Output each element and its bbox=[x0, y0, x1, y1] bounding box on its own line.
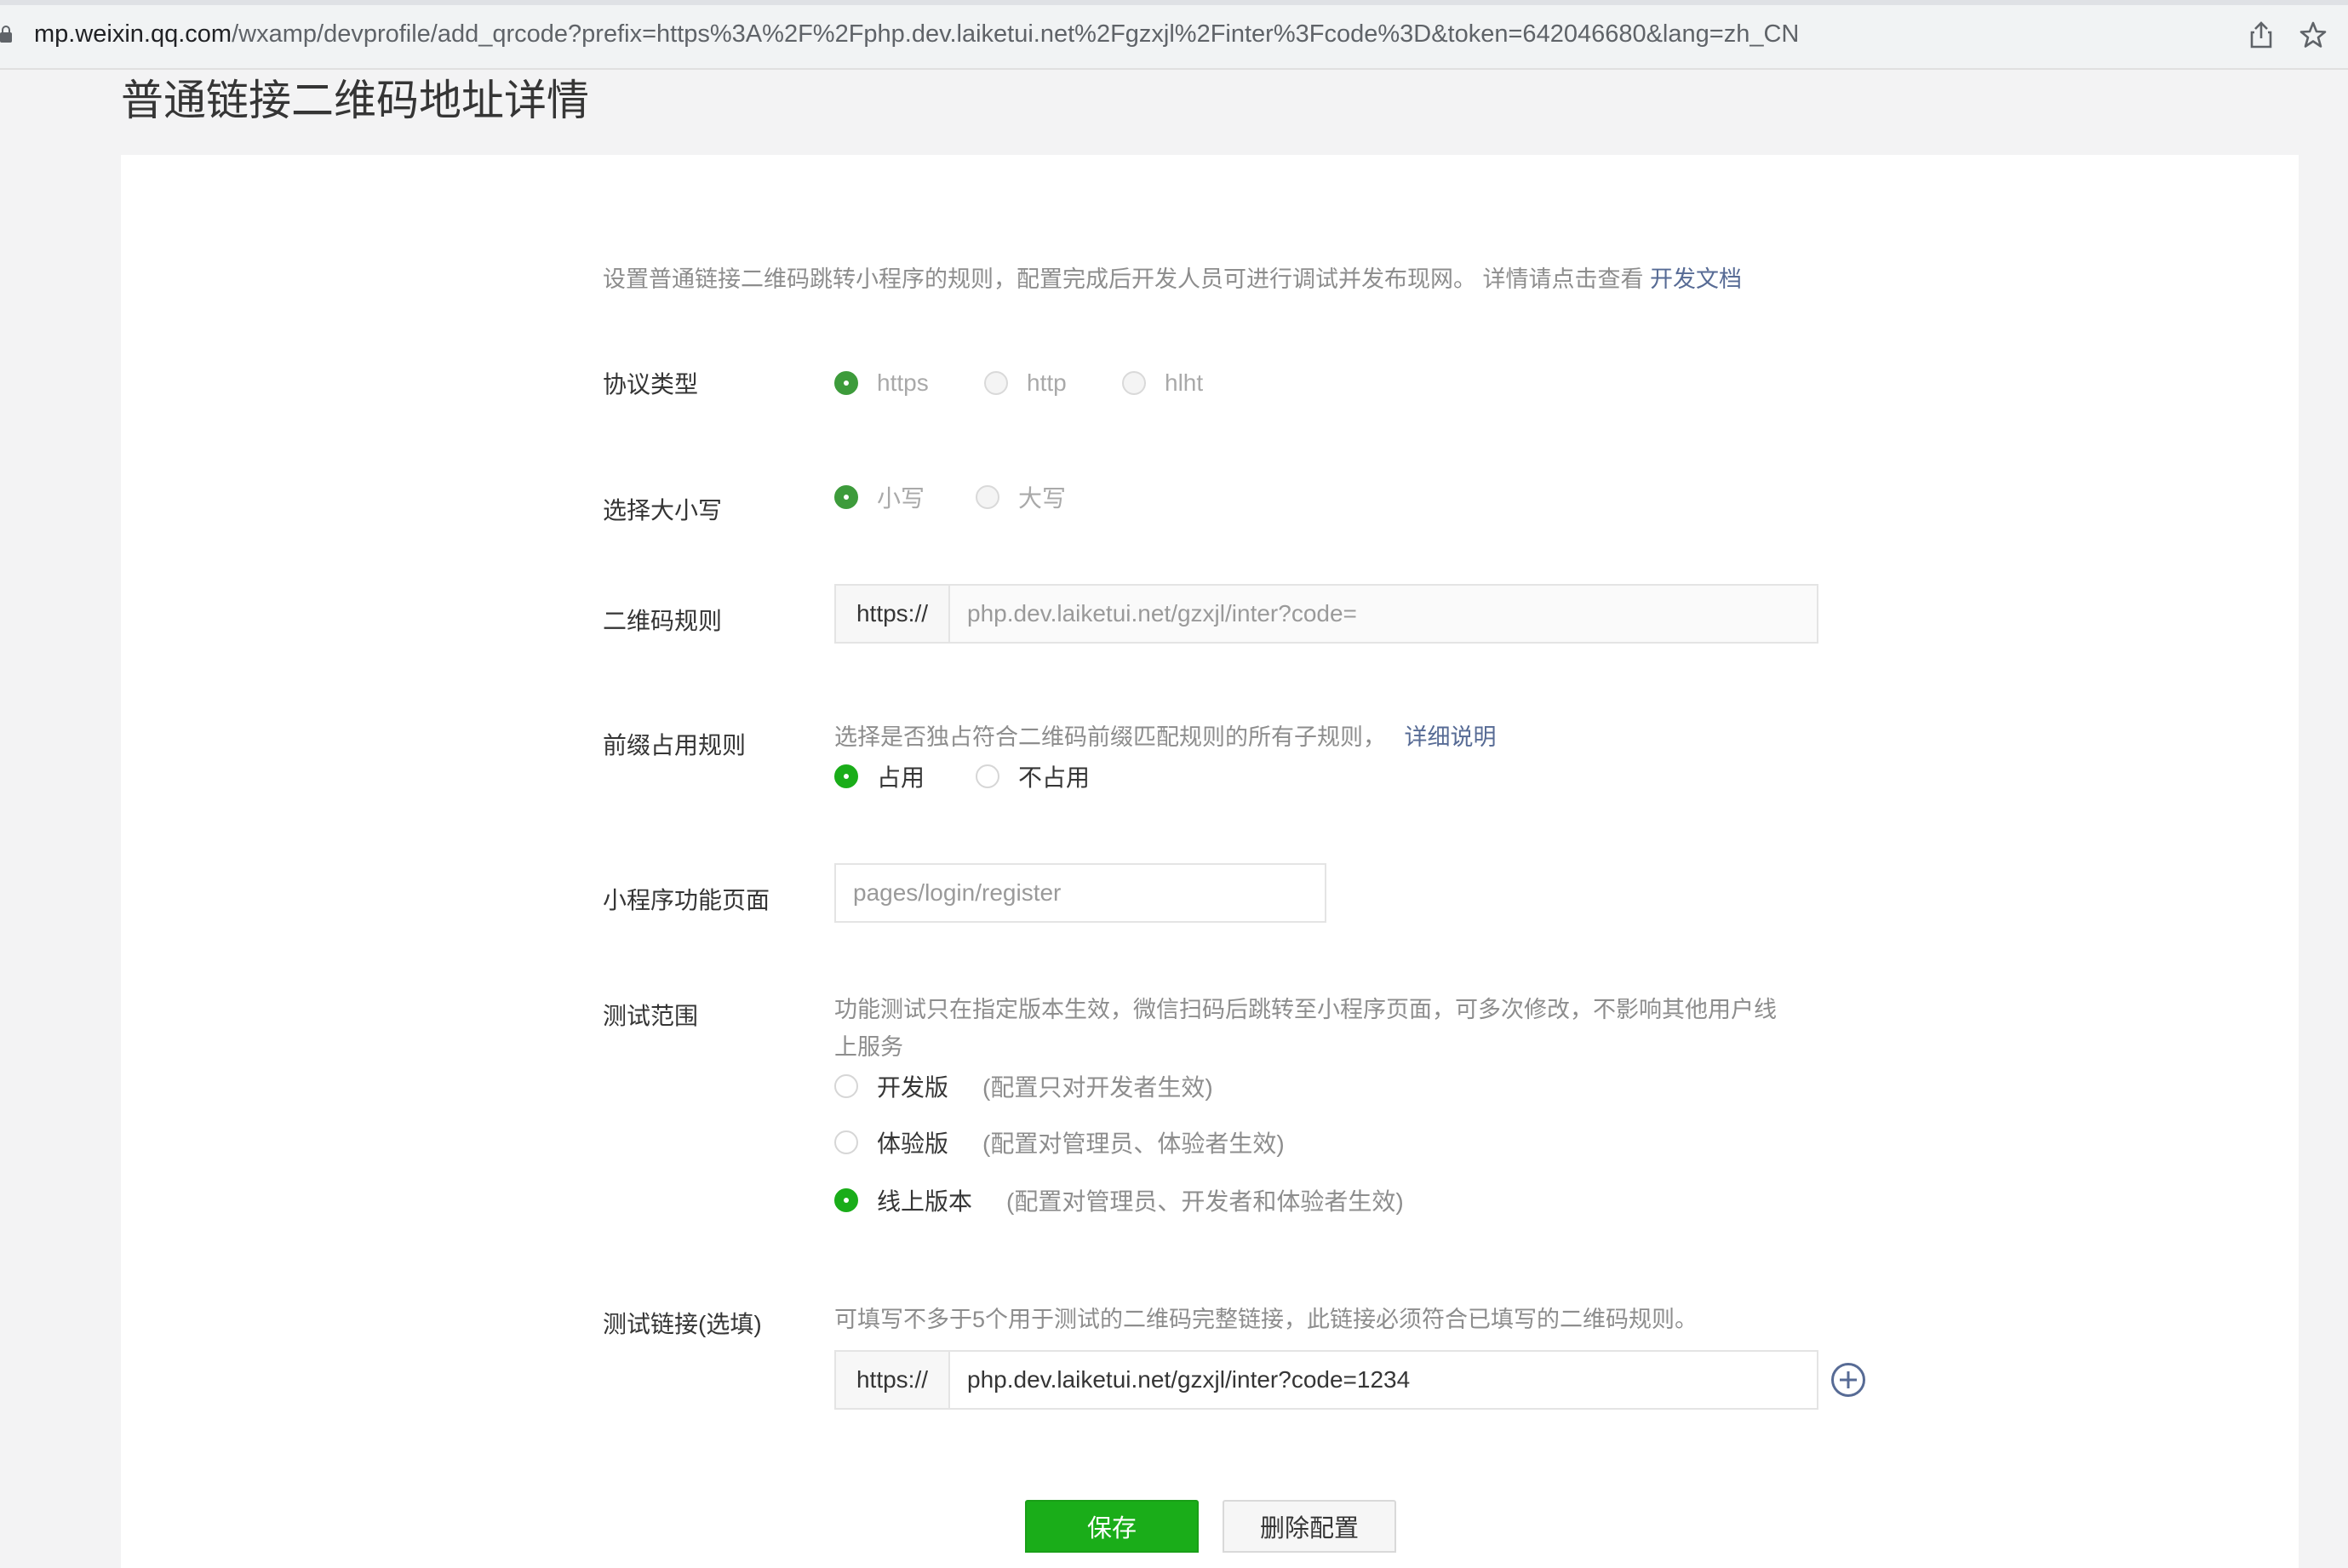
protocol-label: 协议类型 bbox=[603, 371, 699, 398]
test-link-input-group: https:// php.dev.laiketui.net/gzxjl/inte… bbox=[834, 1350, 1818, 1410]
save-button[interactable]: 保存 bbox=[1025, 1500, 1199, 1553]
radio-dot bbox=[1122, 371, 1146, 395]
protocol-option-label: http bbox=[1027, 369, 1067, 396]
protocol-option-http[interactable]: http bbox=[984, 369, 1067, 397]
scope-option-note: (配置对管理员、体验者生效) bbox=[982, 1130, 1285, 1157]
scope-option-trial[interactable]: 体验版 (配置对管理员、体验者生效) bbox=[834, 1125, 1285, 1159]
test-link-label: 测试链接(选填) bbox=[603, 1311, 762, 1337]
share-icon[interactable] bbox=[2248, 20, 2275, 49]
mini-page-input[interactable]: pages/login/register bbox=[834, 863, 1326, 923]
protocol-option-label: https bbox=[877, 369, 929, 396]
url-path: /wxamp/devprofile/add_qrcode?prefix=http… bbox=[232, 20, 1800, 48]
bookmark-star-icon[interactable] bbox=[2299, 20, 2328, 49]
test-link-input[interactable]: php.dev.laiketui.net/gzxjl/inter?code=12… bbox=[950, 1352, 1817, 1408]
qr-rule-input[interactable]: php.dev.laiketui.net/gzxjl/inter?code= bbox=[950, 586, 1817, 642]
delete-config-button[interactable]: 删除配置 bbox=[1223, 1500, 1396, 1553]
scope-option-dev[interactable]: 开发版 (配置只对开发者生效) bbox=[834, 1069, 1213, 1103]
page-description: 设置普通链接二维码跳转小程序的规则，配置完成后开发人员可进行调试并发布现网。 详… bbox=[603, 260, 1742, 294]
scope-option-note: (配置对管理员、开发者和体验者生效) bbox=[1006, 1188, 1404, 1215]
radio-dot bbox=[834, 1074, 858, 1098]
scope-option-online[interactable]: 线上版本 (配置对管理员、开发者和体验者生效) bbox=[834, 1183, 1404, 1217]
case-option-label: 大写 bbox=[1018, 485, 1067, 512]
prefix-rule-hint: 选择是否独占符合二维码前缀匹配规则的所有子规则， 详细说明 bbox=[834, 718, 1497, 752]
radio-dot bbox=[834, 1188, 858, 1212]
radio-dot bbox=[976, 485, 999, 509]
case-option-lower[interactable]: 小写 bbox=[834, 480, 925, 514]
qr-rule-input-group: https:// php.dev.laiketui.net/gzxjl/inte… bbox=[834, 584, 1818, 644]
dev-docs-link[interactable]: 开发文档 bbox=[1650, 266, 1742, 292]
add-circle-icon[interactable] bbox=[1830, 1362, 1866, 1398]
scope-option-note: (配置只对开发者生效) bbox=[982, 1074, 1213, 1101]
scope-option-label: 开发版 bbox=[877, 1074, 949, 1101]
browser-address-bar: mp.weixin.qq.com/wxamp/devprofile/add_qr… bbox=[0, 0, 2348, 70]
test-link-prefix: https:// bbox=[836, 1352, 950, 1408]
lock-icon bbox=[0, 26, 12, 43]
case-option-upper[interactable]: 大写 bbox=[976, 480, 1066, 514]
test-scope-hint-line2: 上服务 bbox=[834, 1034, 903, 1060]
prefix-option-occupy[interactable]: 占用 bbox=[834, 759, 925, 793]
case-label: 选择大小写 bbox=[603, 497, 723, 524]
prefix-option-label: 占用 bbox=[877, 764, 925, 791]
prefix-option-not-occupy[interactable]: 不占用 bbox=[976, 759, 1090, 793]
prefix-rule-label: 前缀占用规则 bbox=[603, 732, 747, 758]
test-link-hint: 可填写不多于5个用于测试的二维码完整链接，此链接必须符合已填写的二维码规则。 bbox=[834, 1307, 1698, 1332]
mini-page-label: 小程序功能页面 bbox=[603, 887, 770, 913]
prefix-rule-hint-text: 选择是否独占符合二维码前缀匹配规则的所有子规则， bbox=[834, 724, 1386, 750]
radio-dot bbox=[834, 371, 858, 395]
test-scope-hint-line1: 功能测试只在指定版本生效，微信扫码后跳转至小程序页面，可多次修改，不影响其他用户… bbox=[834, 997, 1777, 1022]
tab-strip-edge bbox=[0, 0, 2348, 5]
test-scope-label: 测试范围 bbox=[603, 1003, 699, 1029]
scope-option-label: 体验版 bbox=[877, 1130, 949, 1157]
radio-dot bbox=[834, 764, 858, 788]
url-field[interactable]: mp.weixin.qq.com/wxamp/devprofile/add_qr… bbox=[34, 20, 1799, 49]
url-host: mp.weixin.qq.com bbox=[34, 20, 232, 48]
prefix-option-label: 不占用 bbox=[1018, 764, 1091, 791]
protocol-option-label: hlht bbox=[1165, 369, 1204, 396]
description-text: 设置普通链接二维码跳转小程序的规则，配置完成后开发人员可进行调试并发布现网。 详… bbox=[603, 266, 1644, 292]
radio-dot bbox=[976, 764, 999, 788]
radio-dot bbox=[834, 485, 858, 509]
radio-dot bbox=[984, 371, 1008, 395]
protocol-option-https[interactable]: https bbox=[834, 369, 929, 397]
page-title: 普通链接二维码地址详情 bbox=[121, 77, 589, 124]
details-link[interactable]: 详细说明 bbox=[1405, 724, 1497, 750]
radio-dot bbox=[834, 1130, 858, 1154]
scope-option-label: 线上版本 bbox=[877, 1188, 973, 1215]
case-option-label: 小写 bbox=[877, 485, 925, 512]
protocol-option-hlht[interactable]: hlht bbox=[1122, 369, 1203, 397]
qr-rule-label: 二维码规则 bbox=[603, 608, 723, 634]
qr-rule-prefix: https:// bbox=[836, 586, 950, 642]
